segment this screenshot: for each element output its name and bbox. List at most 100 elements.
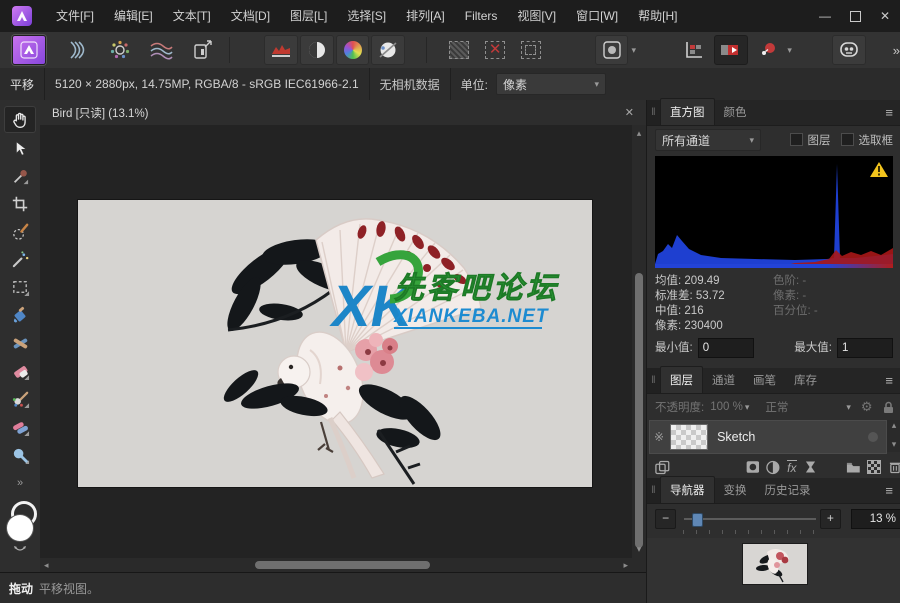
navigator-preview-area[interactable] — [647, 538, 900, 603]
tab-history[interactable]: 历史记录 — [756, 477, 820, 503]
minimize-button[interactable]: — — [810, 0, 840, 32]
blend-mode-value[interactable]: 正常 — [765, 399, 788, 415]
layer-visibility-toggle[interactable] — [868, 432, 878, 442]
adjustment-layer-button[interactable] — [766, 460, 780, 475]
selection-brush-tool[interactable] — [4, 218, 36, 245]
menu-edit[interactable]: 编辑[E] — [104, 0, 163, 32]
opacity-chevron-icon[interactable]: ▾ — [745, 402, 750, 413]
view-mode-button[interactable] — [595, 35, 629, 65]
maximize-button[interactable] — [840, 0, 870, 32]
canvas[interactable]: XK 先客吧论坛 XIANKEBA.NET — [78, 200, 592, 487]
auto-white-balance-button[interactable] — [371, 35, 405, 65]
tab-histogram[interactable]: 直方图 — [660, 98, 715, 125]
tab-layers[interactable]: 图层 — [660, 366, 703, 393]
toolbar-overflow-chevron[interactable]: » — [893, 43, 900, 58]
add-pixel-layer-button[interactable] — [867, 460, 881, 474]
opacity-value[interactable]: 100 % — [710, 401, 743, 413]
move-tool[interactable] — [4, 134, 36, 161]
layer-row-sketch[interactable]: ※ Sketch — [649, 420, 887, 454]
menu-file[interactable]: 文件[F] — [46, 0, 104, 32]
tab-stock[interactable]: 库存 — [785, 367, 826, 393]
horizontal-scroll-thumb[interactable] — [255, 561, 430, 569]
menu-arrange[interactable]: 排列[A] — [396, 0, 455, 32]
lock-icon[interactable] — [883, 401, 894, 414]
crop-tool[interactable] — [4, 190, 36, 217]
marquee-checkbox[interactable]: 选取框 — [841, 132, 894, 148]
tab-close-icon[interactable]: ✕ — [625, 106, 634, 119]
invert-selection-button[interactable] — [515, 36, 547, 64]
tone-mapping-persona-button[interactable] — [145, 36, 177, 64]
panel-menu-icon[interactable]: ≡ — [885, 100, 893, 125]
scroll-left-icon[interactable]: ◂ — [44, 560, 49, 571]
channel-select[interactable]: 所有通道 ▾ — [655, 129, 761, 151]
marquee-checkbox-box[interactable] — [841, 133, 854, 146]
tab-color[interactable]: 颜色 — [715, 99, 756, 125]
group-layers-button[interactable] — [846, 461, 861, 474]
edit-all-layers-button[interactable] — [655, 460, 670, 475]
delete-layer-button[interactable] — [889, 460, 900, 474]
panel-grip-icon[interactable]: ‖ — [647, 368, 660, 393]
auto-contrast-button[interactable] — [300, 35, 334, 65]
fill-color-well[interactable] — [7, 515, 33, 541]
layer-checkbox[interactable]: 图层 — [790, 132, 831, 148]
panel-menu-icon[interactable]: ≡ — [885, 368, 893, 393]
zoom-slider-track[interactable] — [684, 518, 816, 520]
tab-transform[interactable]: 变换 — [715, 477, 756, 503]
menu-view[interactable]: 视图[V] — [507, 0, 566, 32]
menu-text[interactable]: 文本[T] — [163, 0, 221, 32]
mask-layer-button[interactable] — [746, 460, 760, 474]
flood-fill-tool[interactable] — [4, 302, 36, 329]
flood-select-tool[interactable] — [4, 246, 36, 273]
close-button[interactable]: ✕ — [870, 0, 900, 32]
export-persona-button[interactable] — [187, 36, 219, 64]
blend-chevron-icon[interactable]: ▾ — [846, 402, 851, 413]
tools-overflow-chevron[interactable]: » — [0, 477, 40, 489]
layer-checkbox-box[interactable] — [790, 133, 803, 146]
snapping-button[interactable] — [752, 36, 784, 64]
gradient-tool[interactable] — [4, 330, 36, 357]
burn-brush-tool[interactable] — [4, 414, 36, 441]
unit-select[interactable]: 像素 ▾ — [496, 73, 606, 95]
scroll-right-icon[interactable]: ▸ — [623, 560, 628, 571]
menu-layer[interactable]: 图层[L] — [280, 0, 337, 32]
erase-brush-tool[interactable] — [4, 358, 36, 385]
menu-select[interactable]: 选择[S] — [337, 0, 396, 32]
color-picker-tool[interactable] — [4, 162, 36, 189]
tab-brushes[interactable]: 画笔 — [744, 367, 785, 393]
view-mode-chevron-icon[interactable]: ▾ — [631, 45, 636, 56]
menu-window[interactable]: 窗口[W] — [566, 0, 628, 32]
tab-channels[interactable]: 通道 — [703, 367, 744, 393]
zoom-in-button[interactable]: + — [820, 509, 841, 529]
vertical-scroll-thumb[interactable] — [635, 273, 643, 548]
panel-grip-icon[interactable]: ‖ — [647, 478, 660, 503]
photo-persona-button[interactable] — [12, 35, 46, 65]
zoom-slider-thumb[interactable] — [692, 513, 703, 527]
panel-menu-icon[interactable]: ≡ — [885, 478, 893, 503]
auto-colors-button[interactable] — [336, 35, 370, 65]
deselect-button[interactable]: ✕ — [479, 36, 511, 64]
menu-document[interactable]: 文档[D] — [221, 0, 280, 32]
layers-scrollbar[interactable]: ▴ ▾ — [887, 420, 900, 452]
develop-persona-button[interactable] — [104, 36, 136, 64]
layers-scroll-up-icon[interactable]: ▴ — [887, 420, 900, 431]
tab-navigator[interactable]: 导航器 — [660, 476, 715, 503]
horizontal-scrollbar[interactable]: ◂ ▸ — [40, 558, 632, 572]
layers-scroll-down-icon[interactable]: ▾ — [887, 439, 900, 450]
max-input[interactable] — [837, 338, 893, 358]
scroll-up-icon[interactable]: ▴ — [632, 128, 646, 139]
whole-pixel-move-button[interactable] — [714, 35, 748, 65]
liquify-persona-button[interactable] — [60, 36, 92, 64]
min-input[interactable] — [698, 338, 754, 358]
select-all-button[interactable] — [443, 36, 475, 64]
scroll-down-icon[interactable]: ▾ — [632, 544, 646, 555]
menu-help[interactable]: 帮助[H] — [628, 0, 687, 32]
zoom-value-input[interactable] — [851, 509, 900, 529]
zoom-slider[interactable] — [684, 510, 811, 528]
live-filter-button[interactable] — [805, 460, 816, 474]
color-selector[interactable] — [0, 501, 40, 561]
swap-colors-icon[interactable] — [13, 545, 27, 554]
navigator-thumbnail[interactable] — [743, 544, 807, 584]
gear-icon[interactable]: ⚙ — [861, 399, 873, 415]
view-pan-tool[interactable] — [4, 106, 36, 133]
layer-effects-button[interactable]: fx — [787, 460, 796, 475]
